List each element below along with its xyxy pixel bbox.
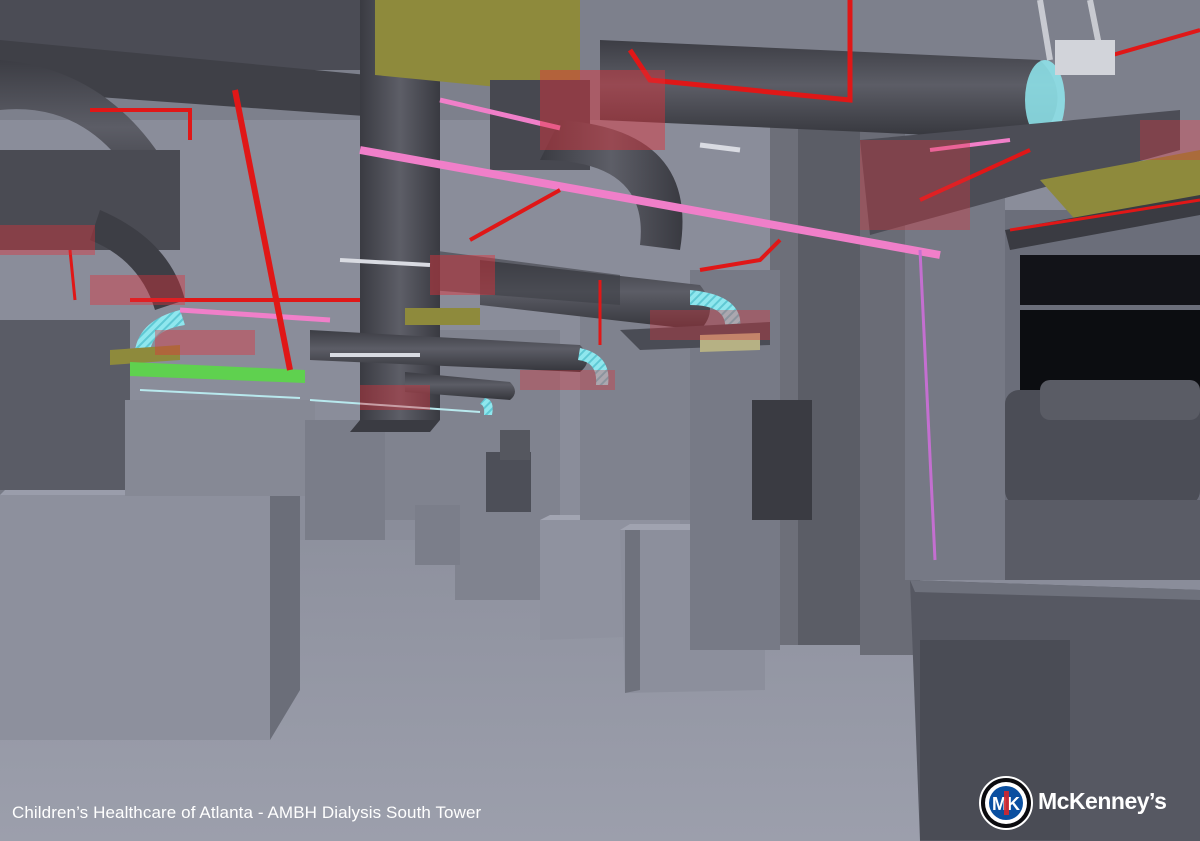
bim-scene [0,0,1200,841]
window-upper [1020,255,1200,305]
company-logo: MK McKenney’s [978,775,1190,831]
left-counter [0,495,300,740]
project-caption: Children’s Healthcare of Atlanta - AMBH … [12,803,482,822]
medical-device [486,452,531,512]
mckenneys-logo-icon: MK [979,776,1033,830]
wall-panel [752,400,812,520]
logo-wordmark: McKenney’s [1038,788,1167,814]
clash-highlight [540,70,665,150]
left-wall-cabinet [0,320,130,490]
mep-coordination-render [0,0,1200,841]
ceiling-hanger [1055,40,1115,75]
